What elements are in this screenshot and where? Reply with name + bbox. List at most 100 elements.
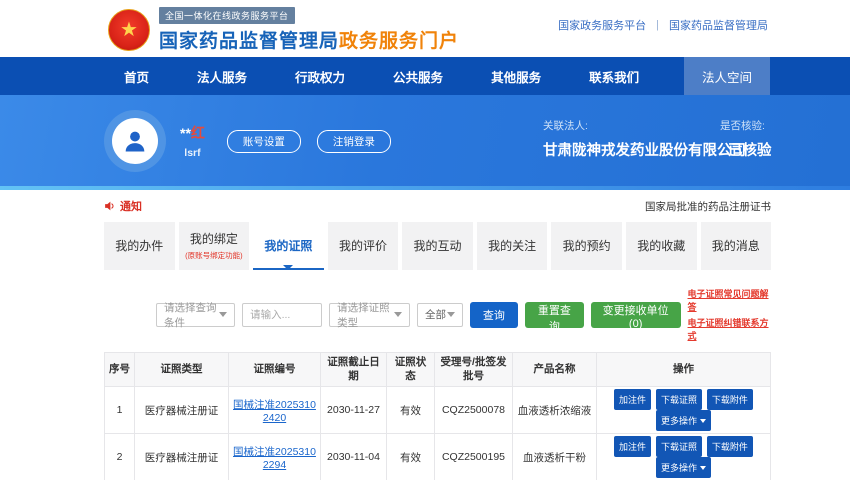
tab-my-certificates[interactable]: 我的证照: [253, 222, 324, 270]
certificate-faq-link[interactable]: 电子证照常见问题解答: [688, 287, 772, 313]
col-operations: 操作: [597, 353, 771, 387]
nav-item-other-services[interactable]: 其他服务: [467, 57, 565, 95]
tab-label: 我的绑定: [190, 230, 238, 247]
cell-status: 有效: [387, 387, 435, 434]
dashboard-tabs: 我的办件 我的绑定 (原账号绑定功能) 我的证照 我的评价 我的互动 我的关注 …: [104, 222, 771, 270]
tab-my-reviews[interactable]: 我的评价: [328, 222, 399, 270]
verify-label: 是否核验:: [720, 118, 772, 133]
nav-item-contact[interactable]: 联系我们: [565, 57, 663, 95]
speaker-icon: [104, 200, 116, 212]
select-value: 全部: [425, 307, 446, 322]
help-links: 电子证照常见问题解答 电子证照纠错联系方式: [688, 287, 772, 342]
tab-sublabel: (原账号绑定功能): [185, 250, 243, 261]
tab-label: 我的消息: [712, 237, 760, 254]
portal-page: ★ 全国一体化在线政务服务平台 国家药品监督管理局政务服务门户 国家政务服务平台…: [0, 0, 850, 480]
main-content: 通知 国家局批准的药品注册证书 我的办件 我的绑定 (原账号绑定功能) 我的证照…: [104, 197, 771, 480]
tab-my-appointments[interactable]: 我的预约: [551, 222, 622, 270]
tab-label: 我的评价: [339, 237, 387, 254]
more-operations-label: 更多操作: [661, 463, 697, 473]
top-links: 国家政务服务平台 | 国家药品监督管理局: [558, 17, 768, 33]
cell-index: 1: [105, 387, 135, 434]
nav-item-legal-space[interactable]: 法人空间: [684, 57, 770, 95]
add-annotation-button[interactable]: 加注件: [614, 389, 651, 410]
col-product-name: 产品名称: [513, 353, 597, 387]
cell-acceptance: CQZ2500078: [435, 387, 513, 434]
tab-my-favorites[interactable]: 我的收藏: [626, 222, 697, 270]
col-acceptance-number: 受理号/批签发批号: [435, 353, 513, 387]
brand-text: 全国一体化在线政务服务平台 国家药品监督管理局政务服务门户: [159, 7, 459, 53]
banner-bottom-strip: [0, 186, 850, 190]
table-header-row: 序号 证照类型 证照编号 证照截止日期 证照状态 受理号/批签发批号 产品名称 …: [105, 353, 771, 387]
certificate-type-select[interactable]: 请选择证照类型: [329, 303, 410, 327]
scope-select[interactable]: 全部: [417, 303, 463, 327]
legal-entity-name: 甘肃陇神戎发药业股份有限公司: [543, 139, 746, 160]
chevron-down-icon: [447, 312, 455, 321]
link-nmpa-site[interactable]: 国家药品监督管理局: [669, 17, 768, 33]
select-value: 请选择查询条件: [164, 300, 219, 330]
certificates-table: 序号 证照类型 证照编号 证照截止日期 证照状态 受理号/批签发批号 产品名称 …: [104, 352, 771, 480]
keyword-input[interactable]: [242, 303, 322, 327]
user-name-column: **红 lsrf: [180, 123, 205, 159]
user-login-id: lsrf: [184, 147, 200, 159]
cell-operations: 加注件 下载证照 下载附件 更多操作: [597, 434, 771, 480]
tab-my-applications[interactable]: 我的办件: [104, 222, 175, 270]
link-national-gov-platform[interactable]: 国家政务服务平台: [558, 17, 646, 33]
cell-index: 2: [105, 434, 135, 480]
download-certificate-button[interactable]: 下载证照: [656, 389, 702, 410]
table-row: 1 医疗器械注册证 国械注准20253102420 2030-11-27 有效 …: [105, 387, 771, 434]
nav-item-home[interactable]: 首页: [100, 57, 173, 95]
table-row: 2 医疗器械注册证 国械注准20253102294 2030-11-04 有效 …: [105, 434, 771, 480]
add-annotation-button[interactable]: 加注件: [614, 436, 651, 457]
nav-item-legal-services[interactable]: 法人服务: [173, 57, 271, 95]
certificate-contact-link[interactable]: 电子证照纠错联系方式: [688, 316, 772, 342]
reset-query-button[interactable]: 重置查询: [525, 302, 584, 328]
cert-number-link[interactable]: 国械注准20253102420: [233, 399, 316, 424]
cell-cert-type: 医疗器械注册证: [135, 387, 229, 434]
chevron-down-icon: [219, 312, 227, 321]
legal-entity-block: 关联法人: 甘肃陇神戎发药业股份有限公司: [543, 118, 746, 160]
col-cert-status: 证照状态: [387, 353, 435, 387]
user-block: **红 lsrf 账号设置 注销登录: [104, 110, 391, 172]
tab-label: 我的预约: [563, 237, 611, 254]
change-receiver-button[interactable]: 变更接收单位(0): [591, 302, 681, 328]
account-buttons: 账号设置 注销登录: [227, 130, 391, 153]
download-attachment-button[interactable]: 下载附件: [707, 436, 753, 457]
tab-my-messages[interactable]: 我的消息: [701, 222, 772, 270]
query-condition-select[interactable]: 请选择查询条件: [156, 303, 235, 327]
tab-my-bindings[interactable]: 我的绑定 (原账号绑定功能): [179, 222, 250, 270]
tab-label: 我的办件: [115, 237, 163, 254]
more-operations-button[interactable]: 更多操作: [656, 457, 711, 478]
query-button[interactable]: 查询: [470, 302, 518, 328]
tab-label: 我的关注: [488, 237, 536, 254]
more-operations-button[interactable]: 更多操作: [656, 410, 711, 431]
user-display-name: **红: [180, 123, 205, 143]
cell-expiry: 2030-11-04: [321, 434, 387, 480]
tab-label: 我的互动: [414, 237, 462, 254]
filter-bar: 请选择查询条件 请选择证照类型 全部 查询 重置查询 变更接收单位(0) 电子证…: [104, 287, 771, 342]
cell-product: 血液透析干粉: [513, 434, 597, 480]
notice-label: 通知: [120, 198, 142, 214]
tab-my-follows[interactable]: 我的关注: [477, 222, 548, 270]
more-operations-label: 更多操作: [661, 416, 697, 426]
account-settings-button[interactable]: 账号设置: [227, 130, 301, 153]
legal-entity-label: 关联法人:: [543, 118, 746, 133]
cert-number-link[interactable]: 国械注准20253102294: [233, 446, 316, 471]
logout-button[interactable]: 注销登录: [317, 130, 391, 153]
cell-operations: 加注件 下载证照 下载附件 更多操作: [597, 387, 771, 434]
select-value: 请选择证照类型: [337, 300, 394, 330]
col-expiry-date: 证照截止日期: [321, 353, 387, 387]
chevron-down-icon: [394, 312, 402, 321]
user-banner: **红 lsrf 账号设置 注销登录 关联法人: 甘肃陇神戎发药业股份有限公司 …: [0, 95, 850, 190]
user-avatar-icon: [112, 118, 158, 164]
notice-announcement-link[interactable]: 国家局批准的药品注册证书: [645, 199, 771, 214]
download-attachment-button[interactable]: 下载附件: [707, 389, 753, 410]
nav-item-public-services[interactable]: 公共服务: [369, 57, 467, 95]
chevron-down-icon: [700, 466, 706, 473]
nav-item-admin-power[interactable]: 行政权力: [271, 57, 369, 95]
download-certificate-button[interactable]: 下载证照: [656, 436, 702, 457]
notice-row: 通知 国家局批准的药品注册证书: [104, 197, 771, 215]
col-index: 序号: [105, 353, 135, 387]
tab-my-interactions[interactable]: 我的互动: [402, 222, 473, 270]
tab-label: 我的收藏: [637, 237, 685, 254]
cell-acceptance: CQZ2500195: [435, 434, 513, 480]
